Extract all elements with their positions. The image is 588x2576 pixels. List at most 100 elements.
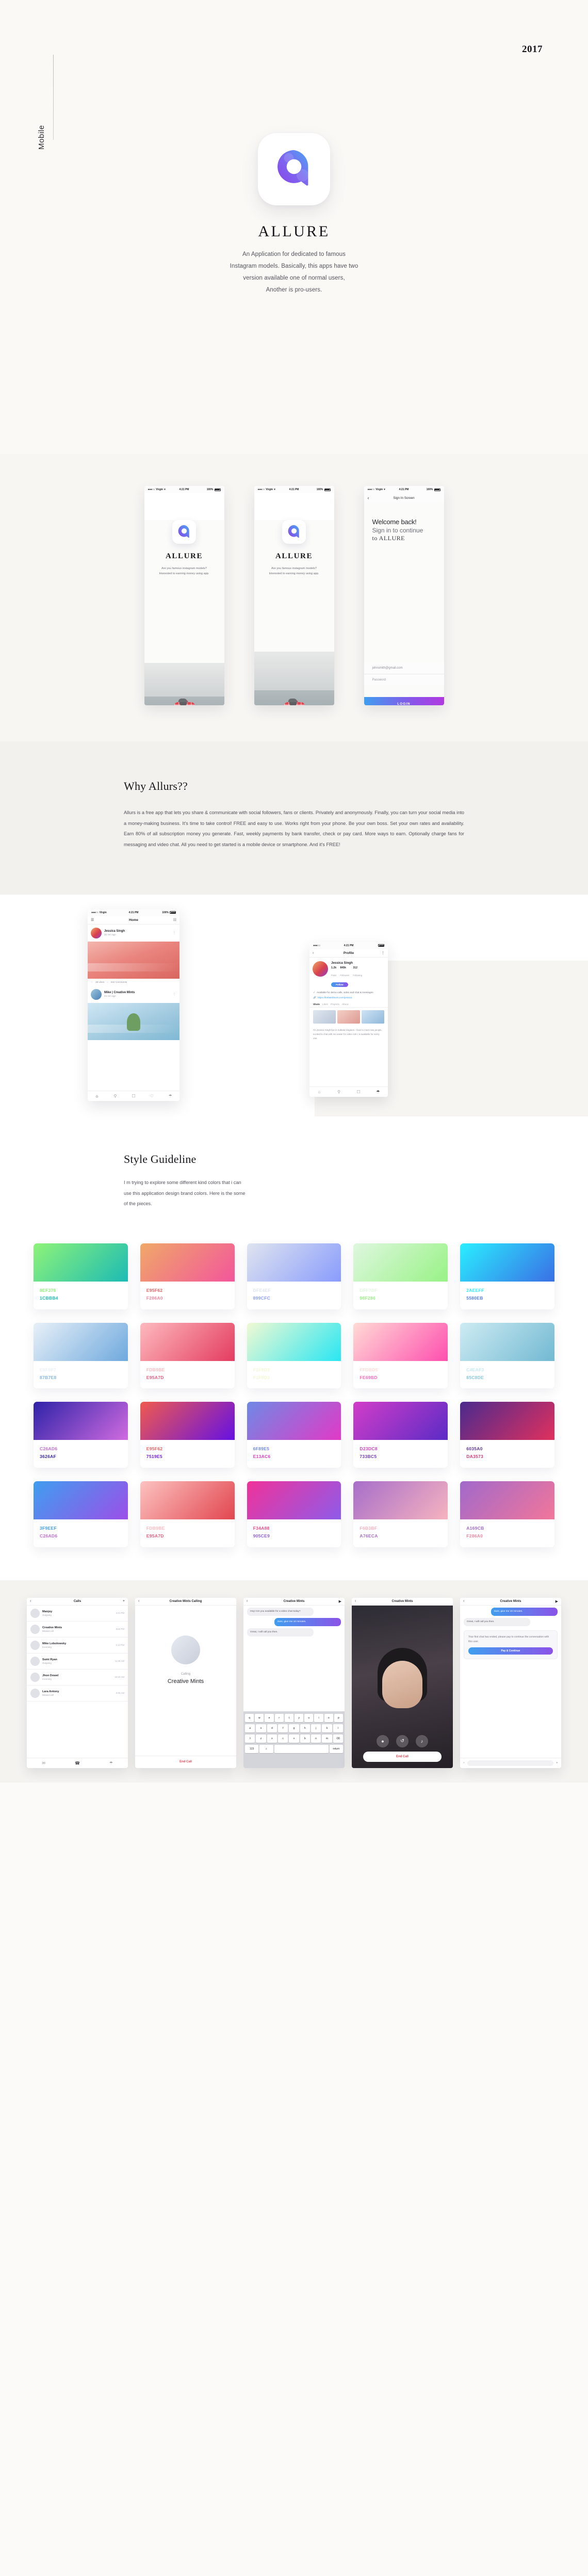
end-call-button[interactable]: End Call — [363, 1751, 442, 1762]
shot-thumb[interactable] — [362, 1010, 384, 1024]
keyboard-key[interactable]: r — [274, 1713, 284, 1722]
chevron-left-icon[interactable]: ‹ — [463, 1599, 471, 1603]
keyboard-key[interactable]: e — [265, 1713, 274, 1722]
call-log-row[interactable]: Lara Antony Missed call 9:05 AM — [27, 1686, 128, 1702]
chevron-left-icon[interactable]: ‹ — [138, 1599, 146, 1603]
end-call-button[interactable]: End Call — [135, 1755, 236, 1768]
tab-profile[interactable]: ☂ — [161, 1094, 179, 1098]
send-icon[interactable]: ➤ — [556, 1761, 558, 1764]
keyboard-row-3[interactable]: ⇧ z x c v b n m ⌫ — [245, 1734, 343, 1743]
more-vertical-icon[interactable]: ⋮ — [173, 992, 177, 996]
keyboard-key[interactable]: u — [304, 1713, 314, 1722]
follow-button[interactable]: Follow — [331, 982, 348, 987]
shot-thumb[interactable] — [313, 1010, 336, 1024]
mic-icon[interactable]: ● — [377, 1735, 389, 1747]
tab-search[interactable]: ⚲ — [329, 1090, 349, 1094]
keyboard-key[interactable]: n — [311, 1734, 321, 1743]
call-log-row[interactable]: Jhon Dowel Incoming 10:20 AM — [27, 1670, 128, 1686]
chevron-left-icon[interactable]: ‹ — [368, 495, 375, 500]
plus-icon[interactable]: + — [463, 1761, 465, 1764]
keyboard-key[interactable] — [274, 1744, 329, 1753]
tab-profile[interactable]: ☂ — [368, 1090, 388, 1094]
keyboard-row-2[interactable]: asdfghjkl — [245, 1724, 343, 1732]
keyboard-key[interactable]: g — [289, 1724, 299, 1732]
hamburger-icon[interactable]: ☰ — [91, 918, 98, 922]
swatch-labels: E95F62 7519E5 — [140, 1440, 235, 1468]
keyboard-key[interactable]: a — [245, 1724, 255, 1732]
call-log-row[interactable]: Mike Lobolowsky Incoming 1:14 PM — [27, 1638, 128, 1654]
keyboard-row-4[interactable]: 123 ⌕ return — [245, 1744, 343, 1753]
password-field[interactable]: Password — [364, 674, 444, 686]
comment-icon[interactable]: ○ — [107, 981, 108, 983]
keyboard-key[interactable]: p — [334, 1713, 344, 1722]
message-composer[interactable]: + ➤ — [460, 1757, 561, 1768]
shot-thumb[interactable] — [337, 1010, 360, 1024]
list-icon[interactable]: ☷ — [169, 918, 176, 922]
keyboard-key[interactable]: z — [256, 1734, 266, 1743]
keyboard-row-1[interactable]: qwertyuiop — [244, 1713, 344, 1722]
keyboard-key[interactable]: l — [333, 1724, 343, 1732]
keyboard-key[interactable]: y — [295, 1713, 304, 1722]
profile-link[interactable]: https://thelatebloom.com/jessica — [318, 996, 352, 999]
email-field[interactable]: johnsmith@gmail.com — [364, 662, 444, 674]
tab-about[interactable]: About — [342, 1003, 348, 1006]
more-vertical-icon[interactable]: ⋮ — [378, 951, 385, 955]
tab-projects[interactable]: Projects — [331, 1003, 339, 1006]
call-log-row[interactable]: Manjoy Outgoing 4:21 PM — [27, 1606, 128, 1622]
call-time: 11:48 AM — [115, 1660, 124, 1663]
video-icon[interactable]: ▶ — [333, 1599, 341, 1603]
phone-video-call: ‹ Creative Mints ● ↺ ♪ End Call — [352, 1597, 453, 1768]
call-log-row[interactable]: Creative Mints Missed call 3:02 PM — [27, 1622, 128, 1638]
tab-activity[interactable]: ♡ — [143, 1094, 161, 1098]
heart-icon[interactable]: ♡ — [91, 981, 93, 984]
keyboard-key[interactable]: 123 — [245, 1744, 259, 1753]
login-button[interactable]: LOGIN — [364, 697, 444, 705]
keyboard-key[interactable]: i — [314, 1713, 323, 1722]
keyboard-key[interactable]: x — [267, 1734, 277, 1743]
pay-continue-button[interactable]: Pay & Continue — [468, 1647, 553, 1655]
call-log-row[interactable]: Sumi Ryan Outgoing 11:48 AM — [27, 1654, 128, 1670]
keyboard-key[interactable]: t — [284, 1713, 293, 1722]
tab-likes[interactable]: Likes — [322, 1003, 328, 1006]
tab-search[interactable]: ⚲ — [106, 1094, 125, 1098]
keyboard-key[interactable]: w — [255, 1713, 264, 1722]
onscreen-keyboard[interactable]: qwertyuiop asdfghjkl ⇧ z x c v b n m ⌫ 123 ⌕ retur… — [243, 1711, 345, 1768]
tab-shots[interactable]: Shots — [313, 1003, 320, 1006]
plus-icon[interactable]: + — [117, 1599, 125, 1603]
keyboard-key[interactable]: c — [278, 1734, 288, 1743]
tab-profile[interactable]: ☂ — [94, 1761, 128, 1765]
chevron-left-icon[interactable]: ‹ — [30, 1599, 38, 1603]
speaker-icon[interactable]: ♪ — [416, 1735, 428, 1747]
keyboard-key[interactable]: f — [278, 1724, 288, 1732]
keyboard-key[interactable]: o — [324, 1713, 333, 1722]
keyboard-key[interactable]: return — [329, 1744, 343, 1753]
tab-calls[interactable]: ☎ — [60, 1761, 94, 1765]
keyboard-key[interactable]: m — [322, 1734, 332, 1743]
keyboard-key[interactable]: ⌫ — [333, 1734, 343, 1743]
keyboard-key[interactable]: ⇧ — [245, 1734, 255, 1743]
chevron-left-icon[interactable]: ‹ — [313, 951, 320, 955]
keyboard-key[interactable]: v — [289, 1734, 299, 1743]
keyboard-key[interactable]: q — [244, 1713, 254, 1722]
keyboard-key[interactable]: k — [322, 1724, 332, 1732]
message-input[interactable] — [467, 1760, 553, 1766]
keyboard-key[interactable]: b — [300, 1734, 310, 1743]
tab-messages[interactable]: ✉ — [27, 1761, 60, 1765]
tab-camera[interactable]: ☐ — [124, 1094, 143, 1098]
keyboard-key[interactable]: j — [311, 1724, 321, 1732]
keyboard-key[interactable]: d — [267, 1724, 277, 1732]
logo-tile — [258, 133, 330, 205]
swatch-gradient — [34, 1243, 128, 1282]
chevron-left-icon[interactable]: ‹ — [355, 1599, 363, 1603]
camera-flip-icon[interactable]: ↺ — [396, 1735, 409, 1747]
feed-image — [88, 941, 179, 979]
chevron-left-icon[interactable]: ‹ — [247, 1599, 255, 1603]
more-vertical-icon[interactable]: ⋮ — [173, 931, 177, 935]
keyboard-key[interactable]: s — [256, 1724, 266, 1732]
tab-home[interactable]: ⌂ — [309, 1090, 329, 1094]
video-icon[interactable]: ▶ — [550, 1599, 558, 1603]
tab-camera[interactable]: ☐ — [349, 1090, 368, 1094]
keyboard-key[interactable]: h — [300, 1724, 310, 1732]
tab-home[interactable]: ⌂ — [88, 1094, 106, 1098]
keyboard-key[interactable]: ⌕ — [259, 1744, 273, 1753]
